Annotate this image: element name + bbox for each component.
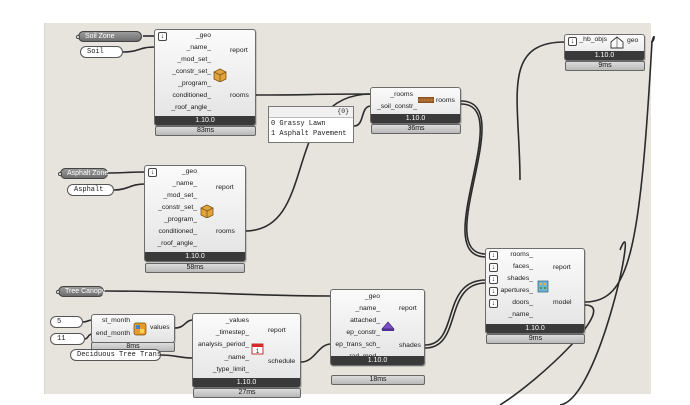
output-report[interactable]: report [399,304,417,314]
input-values[interactable]: _values [195,316,249,326]
soil-name-panel[interactable]: Soil [80,46,123,58]
input-mod-set[interactable]: _mod_set_ [151,191,197,201]
soil-name-value: Soil [87,48,104,56]
asphalt-room-timer: 58ms [145,263,245,273]
construction-list-panel[interactable]: {0} 0 Grassy Lawn 1 Asphalt Pavement [268,106,354,143]
schedule-timer: 27ms [193,388,301,398]
schedule-version: 1.10.0 [193,378,300,387]
st-month-value: 5 [57,318,62,326]
deciduous-name-value: Deciduous Tree Trans [77,351,162,359]
output-rooms[interactable]: rooms [216,227,235,237]
soil-constr-component[interactable]: _rooms _soil_constr_ rooms 1.10.0 [370,87,461,124]
output-model[interactable]: model [553,298,572,308]
output-rooms[interactable]: rooms [436,96,455,106]
model-timer: 9ms [486,334,585,344]
output-report[interactable]: report [230,46,248,56]
output-report[interactable]: report [216,183,234,193]
asphalt-zone-label: Asphalt Zone [67,170,109,177]
list-count: {0} [337,108,349,115]
shades-timer: 18ms [331,375,425,385]
input-conditioned[interactable]: conditioned_ [151,227,197,237]
input-name[interactable]: _name_ [195,353,249,363]
end-month-value: 11 [57,335,66,343]
input-rooms[interactable]: rooms_ [492,250,533,260]
model-version: 1.10.0 [486,324,584,333]
input-analysis-period[interactable]: analysis_period_ [195,340,249,350]
end-month-panel[interactable]: 11 [50,333,85,345]
shade-icon [381,321,395,331]
input-ep-constr[interactable]: ep_constr_ [333,328,380,338]
list-item: 1 Asphalt Pavement [271,130,347,138]
input-st-month[interactable]: st_month [94,316,130,326]
input-geo[interactable]: _geo [151,167,197,177]
input-hb-objs[interactable]: _hb_objs [569,35,607,45]
input-apertures[interactable]: apertures_ [492,286,534,296]
soil-zone-label: Soil Zone [85,33,115,40]
input-doors[interactable]: doors_ [492,298,533,308]
input-name[interactable]: _name_ [333,304,380,314]
tree-canopy-label: Tree Canopy [65,288,106,295]
model-component[interactable]: ↓ ↓ ↓ ↓ ↓ rooms_ faces_ shades_ aperture… [485,248,585,334]
output-report[interactable]: report [553,263,571,273]
input-end-month[interactable]: end_month [94,329,130,339]
input-conditioned[interactable]: conditioned_ [161,91,211,101]
model-building-icon [537,280,549,293]
input-type-limit[interactable]: _type_limit_ [195,365,249,375]
asphalt-room-component[interactable]: ↓ _geo _name_ _mod_set_ _constr_set_ _pr… [144,165,246,262]
input-program[interactable]: _program_ [151,215,197,225]
st-month-panel[interactable]: 5 [50,316,83,328]
soil-room-component[interactable]: ↓ _geo _name_ _mod_set_ _constr_set_ _pr… [154,29,256,126]
input-program[interactable]: _program_ [161,79,211,89]
hb-objs-component[interactable]: ↓ _hb_objs geo 1.10.0 [564,34,645,61]
asphalt-name-panel[interactable]: Asphalt [67,184,114,196]
asphalt-name-value: Asphalt [74,186,104,194]
input-constr-set[interactable]: _constr_set_ [161,67,211,77]
shades-component[interactable]: _geo _name_ attached_ ep_constr_ ep_tran… [330,289,425,366]
soil-zone-param[interactable]: Soil Zone [76,31,142,42]
asphalt-room-version: 1.10.0 [145,252,245,261]
output-rooms[interactable]: rooms [230,91,249,101]
hb-objs-version: 1.10.0 [565,51,644,60]
asphalt-zone-param[interactable]: Asphalt Zone [58,168,109,179]
input-name[interactable]: _name_ [151,179,197,189]
input-constr-set[interactable]: _constr_set_ [151,203,197,213]
soil-layer-icon [418,97,434,103]
input-roof-angle[interactable]: _roof_angle_ [161,103,211,113]
input-name[interactable]: _name_ [492,310,533,320]
soil-room-timer: 83ms [155,126,256,136]
deciduous-name-panel[interactable]: Deciduous Tree Trans [70,349,161,361]
output-report[interactable]: report [268,326,286,336]
input-roof-angle[interactable]: _roof_angle_ [151,239,197,249]
input-rooms[interactable]: _rooms [373,90,413,100]
soil-constr-timer: 36ms [371,124,461,134]
house-icon [610,36,624,49]
input-geo[interactable]: _geo [333,292,380,302]
input-shades[interactable]: shades_ [492,274,533,284]
room-box-icon [200,204,214,218]
room-box-icon [213,68,227,82]
input-attached[interactable]: attached_ [333,316,380,326]
input-ep-trans-sch[interactable]: ep_trans_sch_ [333,340,380,350]
input-name[interactable]: _name_ [161,43,211,53]
month-range-component[interactable]: st_month end_month values [91,314,175,343]
input-soil-constr[interactable]: _soil_constr_ [373,102,417,112]
output-geo[interactable]: geo [627,36,638,46]
soil-constr-version: 1.10.0 [371,114,460,123]
hb-objs-timer: 9ms [565,61,645,71]
schedule-component[interactable]: _values _timestep_ analysis_period_ _nam… [192,313,301,388]
input-mod-set[interactable]: _mod_set_ [161,55,211,65]
list-item: 0 Grassy Lawn [271,120,326,128]
soil-room-version: 1.10.0 [155,116,255,125]
output-values[interactable]: values [150,323,170,333]
shades-version: 1.10.0 [331,356,424,365]
calendar-icon: 1 [251,343,264,355]
tree-canopy-param[interactable]: Tree Canopy [56,286,106,297]
input-geo[interactable]: _geo [161,31,211,41]
output-shades[interactable]: shades [399,341,421,351]
list-header: {0} [269,107,353,118]
input-timestep[interactable]: _timestep_ [195,328,249,338]
output-schedule[interactable]: schedule [268,357,295,367]
month-values-icon [133,322,147,336]
input-faces[interactable]: faces_ [492,262,533,272]
